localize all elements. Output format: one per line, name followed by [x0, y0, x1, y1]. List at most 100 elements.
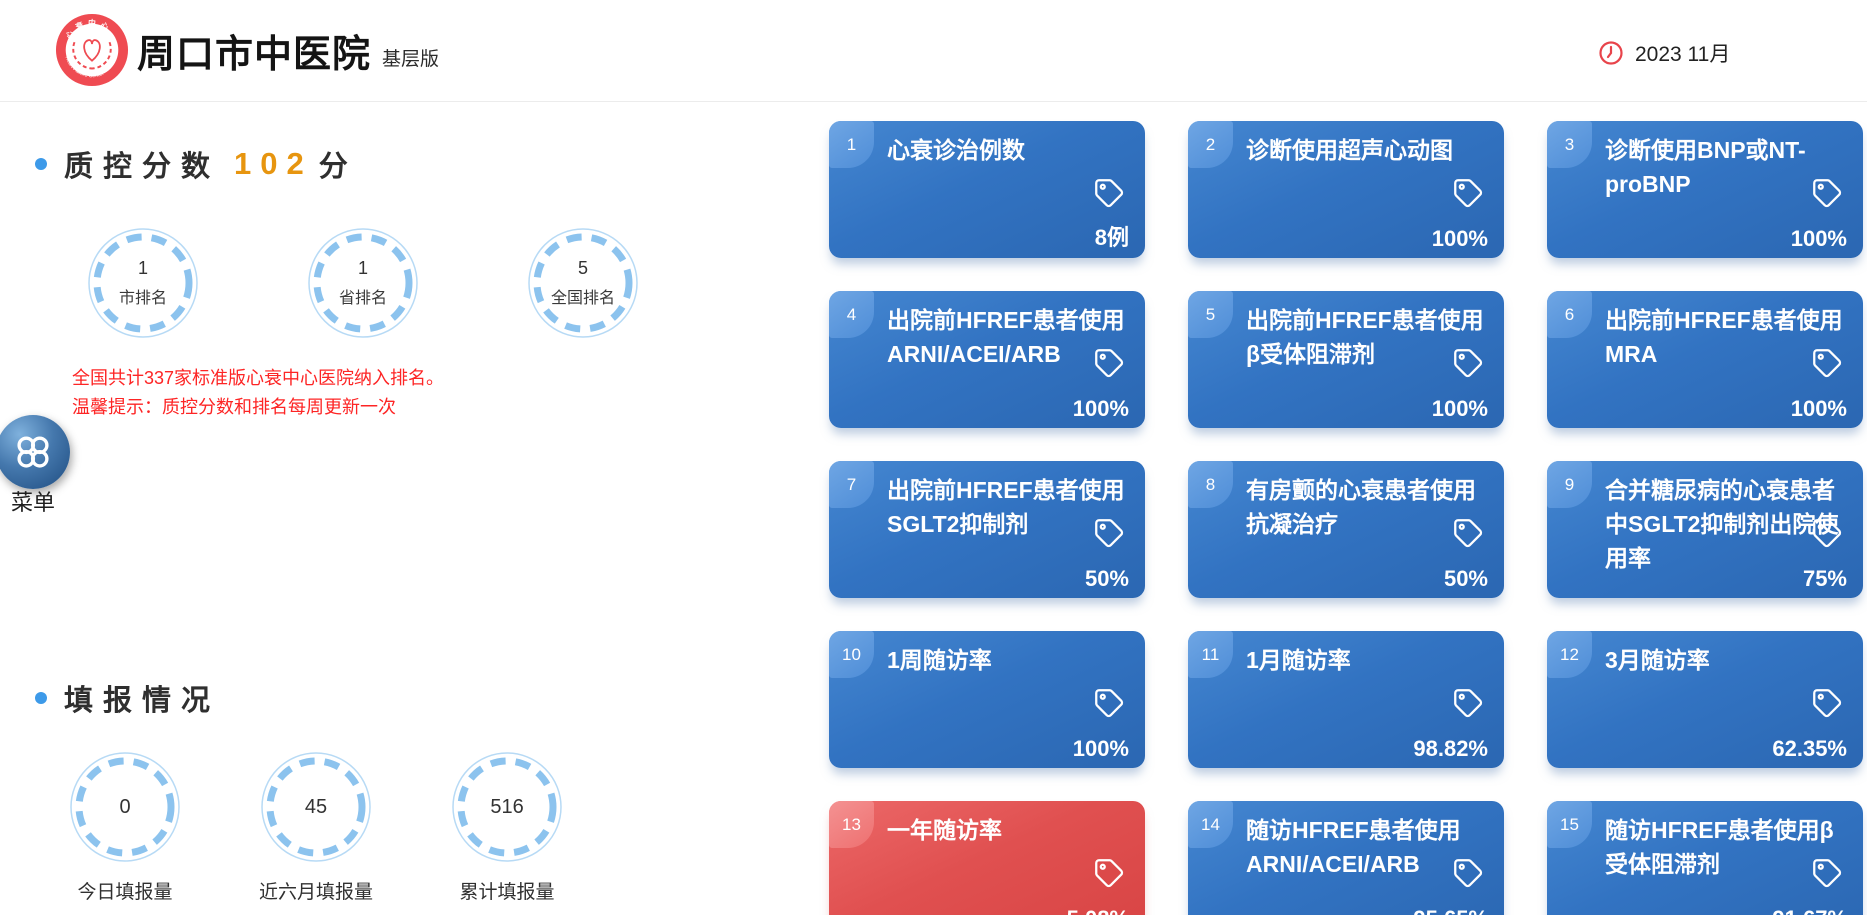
ranking-label: 全国排名: [550, 290, 615, 307]
metric-value: 100%: [1790, 396, 1847, 421]
metric-title: 3月随访率: [1605, 647, 1710, 673]
metric-value: 50%: [1443, 566, 1488, 591]
metric-title: 诊断使用超声心动图: [1246, 137, 1453, 163]
ranking-circles: 1 市排名 1 省排名 5 全国排名: [87, 227, 639, 339]
report-stat: 0 今日填报量: [69, 751, 181, 904]
edition-label: 基层版: [382, 49, 440, 70]
tag-icon: [1092, 686, 1126, 720]
metric-value: 98.82%: [1413, 736, 1488, 761]
ranking-circle: 1 省排名: [307, 227, 419, 339]
metric-index-badge: 1: [829, 121, 874, 168]
metric-index: 12: [1560, 644, 1579, 664]
ranking-label: 市排名: [118, 290, 167, 307]
metric-card[interactable]: 13 一年随访率 5.08%: [829, 801, 1145, 915]
metric-index-badge: 9: [1547, 461, 1592, 508]
report-stat-label: 今日填报量: [77, 882, 173, 903]
tag-icon: [1092, 346, 1126, 380]
report-section-heading: 填报情况: [35, 677, 220, 719]
tag-icon: [1451, 176, 1485, 210]
metric-index: 3: [1564, 134, 1575, 154]
metric-value: 62.35%: [1772, 736, 1847, 761]
metric-card[interactable]: 1 心衰诊治例数 8例: [829, 121, 1145, 258]
metric-value: 100%: [1072, 736, 1129, 761]
metric-index: 5: [1205, 304, 1216, 324]
ranking-circle: 5 全国排名: [527, 227, 639, 339]
metric-value: 91.67%: [1772, 906, 1847, 915]
metric-index-badge: 10: [829, 631, 874, 678]
report-stat: 516 累计填报量: [451, 751, 563, 904]
quality-score-unit: 分: [318, 151, 348, 183]
metric-index: 1: [846, 134, 857, 154]
metric-index: 7: [846, 474, 857, 494]
tag-icon: [1092, 516, 1126, 550]
report-stat-circles: 0 今日填报量 45 近六月填报量 516 累计填报量: [69, 751, 563, 904]
metric-card[interactable]: 15 随访HFREF患者使用β受体阻滞剂 91.67%: [1547, 801, 1863, 915]
metric-index: 13: [842, 814, 861, 834]
tag-icon: [1810, 516, 1844, 550]
metric-value: 75%: [1802, 566, 1847, 591]
metric-title: 1周随访率: [887, 647, 992, 673]
header-bar: 心衰中心 Heart Failure Center 周口市中医院 基层版 202…: [0, 0, 1867, 102]
metric-card[interactable]: 14 随访HFREF患者使用ARNI/ACEI/ARB 95.65%: [1188, 801, 1504, 915]
metric-card[interactable]: 9 合并糖尿病的心衰患者中SGLT2抑制剂出院使用率 75%: [1547, 461, 1863, 598]
clover-menu-icon: [17, 436, 49, 468]
report-stat-value: 45: [304, 795, 328, 818]
metric-index-badge: 6: [1547, 291, 1592, 338]
hospital-name: 周口市中医院: [137, 34, 372, 76]
metric-title: 一年随访率: [887, 817, 1002, 843]
bullet-dot-icon: [35, 692, 47, 704]
metric-value: 8例: [1094, 225, 1129, 250]
metric-card[interactable]: 3 诊断使用BNP或NT-proBNP 100%: [1547, 121, 1863, 258]
metric-card[interactable]: 2 诊断使用超声心动图 100%: [1188, 121, 1504, 258]
metric-value: 50%: [1084, 566, 1129, 591]
tag-icon: [1810, 856, 1844, 890]
tag-icon: [1451, 686, 1485, 720]
metric-card-grid: 1 心衰诊治例数 8例 2 诊断使用超声心动图 100% 3 诊断使用BNP或N…: [829, 121, 1863, 915]
metric-card[interactable]: 11 1月随访率 98.82%: [1188, 631, 1504, 768]
report-stat: 45 近六月填报量: [259, 751, 373, 904]
report-period[interactable]: 2023 11月: [1598, 38, 1730, 68]
score-section-title: 质控分数: [64, 151, 221, 183]
ranking-value: 1: [137, 258, 148, 278]
metric-title: 心衰诊治例数: [887, 137, 1025, 163]
tag-icon: [1092, 856, 1126, 890]
metric-card[interactable]: 7 出院前HFREF患者使用SGLT2抑制剂 50%: [829, 461, 1145, 598]
tag-icon: [1451, 856, 1485, 890]
metric-value: 100%: [1431, 396, 1488, 421]
metric-index: 2: [1205, 134, 1216, 154]
tag-icon: [1451, 516, 1485, 550]
metric-card[interactable]: 8 有房颤的心衰患者使用抗凝治疗 50%: [1188, 461, 1504, 598]
tag-icon: [1810, 686, 1844, 720]
score-section-heading: 质控分数 102 分: [35, 143, 348, 185]
metric-card[interactable]: 12 3月随访率 62.35%: [1547, 631, 1863, 768]
ranking-circle: 1 市排名: [87, 227, 199, 339]
report-period-text: 2023 11月: [1635, 43, 1731, 66]
metric-index-badge: 2: [1188, 121, 1233, 168]
metric-index-badge: 15: [1547, 801, 1592, 848]
update-tip-note: 温馨提示：质控分数和排名每周更新一次: [72, 397, 396, 417]
metric-card[interactable]: 6 出院前HFREF患者使用MRA 100%: [1547, 291, 1863, 428]
ranking-note: 全国共计337家标准版心衰中心医院纳入排名。: [72, 368, 445, 388]
metric-card[interactable]: 4 出院前HFREF患者使用ARNI/ACEI/ARB 100%: [829, 291, 1145, 428]
metric-index: 10: [842, 644, 861, 664]
tag-icon: [1810, 346, 1844, 380]
metric-value: 100%: [1072, 396, 1129, 421]
metric-card[interactable]: 5 出院前HFREF患者使用β受体阻滞剂 100%: [1188, 291, 1504, 428]
menu-label[interactable]: 菜单: [11, 485, 55, 517]
report-stat-value: 0: [119, 795, 131, 818]
metric-index-badge: 12: [1547, 631, 1592, 678]
metric-title: 1月随访率: [1246, 647, 1351, 673]
metric-index-badge: 5: [1188, 291, 1233, 338]
metric-index-badge: 3: [1547, 121, 1592, 168]
metric-card[interactable]: 10 1周随访率 100%: [829, 631, 1145, 768]
report-stat-value: 516: [490, 795, 524, 818]
ranking-label: 省排名: [338, 290, 387, 307]
report-section-title: 填报情况: [64, 685, 221, 717]
ranking-value: 5: [577, 258, 588, 278]
metric-index: 9: [1564, 474, 1575, 494]
menu-button[interactable]: [0, 415, 70, 489]
metric-value: 95.65%: [1413, 906, 1488, 915]
metric-index: 14: [1201, 814, 1220, 834]
hospital-logo: 心衰中心 Heart Failure Center: [55, 13, 129, 87]
metric-value: 100%: [1790, 226, 1847, 251]
